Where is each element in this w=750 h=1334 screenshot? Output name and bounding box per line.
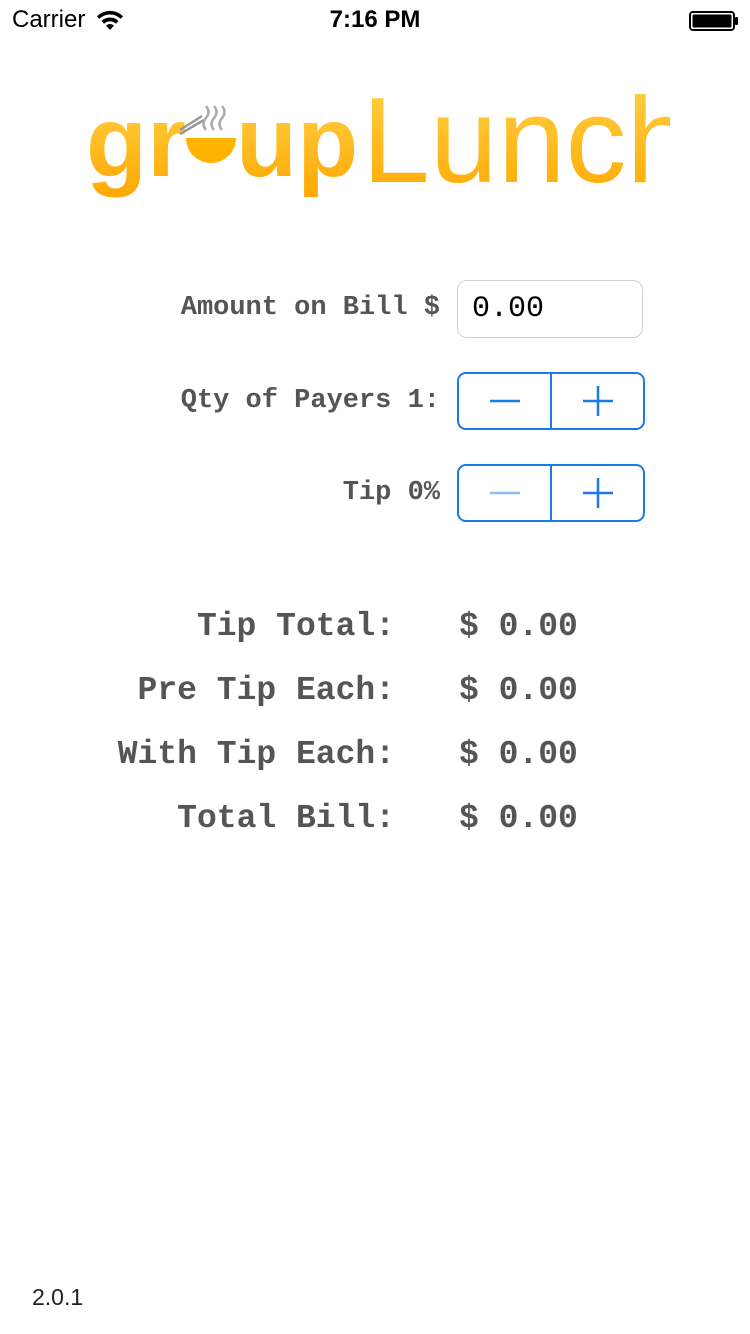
logo-text-up: up	[236, 86, 358, 198]
pre-tip-each-label: Pre Tip Each:	[137, 672, 395, 709]
tip-decrement-button[interactable]	[459, 466, 550, 520]
battery-icon	[689, 11, 738, 31]
with-tip-each-value: $ 0.00	[459, 736, 578, 773]
minus-icon	[489, 491, 520, 495]
tip-label: Tip 0%	[342, 478, 440, 508]
grouplunch-logo: gr up Lunch	[86, 78, 670, 198]
tip-stepper	[457, 464, 645, 522]
plus-icon	[582, 386, 613, 416]
tip-total-label: Tip Total:	[196, 608, 395, 645]
status-time: 7:16 PM	[329, 6, 421, 33]
total-bill-value: $ 0.00	[459, 800, 578, 837]
minus-icon	[489, 399, 520, 403]
pre-tip-each-value: $ 0.00	[459, 672, 578, 709]
logo-text-gr: gr	[86, 86, 186, 198]
payers-increment-button[interactable]	[550, 374, 643, 428]
total-bill-label: Total Bill:	[177, 800, 395, 837]
version-label: 2.0.1	[32, 1284, 84, 1310]
tip-total-value: $ 0.00	[459, 608, 578, 645]
with-tip-each-label: With Tip Each:	[117, 736, 395, 773]
tip-increment-button[interactable]	[550, 466, 643, 520]
amount-label: Amount on Bill $	[180, 293, 440, 323]
payers-decrement-button[interactable]	[459, 374, 550, 428]
payers-label: Qty of Payers 1:	[180, 386, 440, 416]
payers-stepper	[457, 372, 645, 430]
plus-icon	[582, 478, 613, 508]
bowl-icon	[179, 105, 236, 163]
status-bar: Carrier 7:16 PM	[0, 0, 750, 40]
amount-input[interactable]	[457, 280, 643, 338]
logo-text-lunch: Lunch	[362, 78, 670, 198]
